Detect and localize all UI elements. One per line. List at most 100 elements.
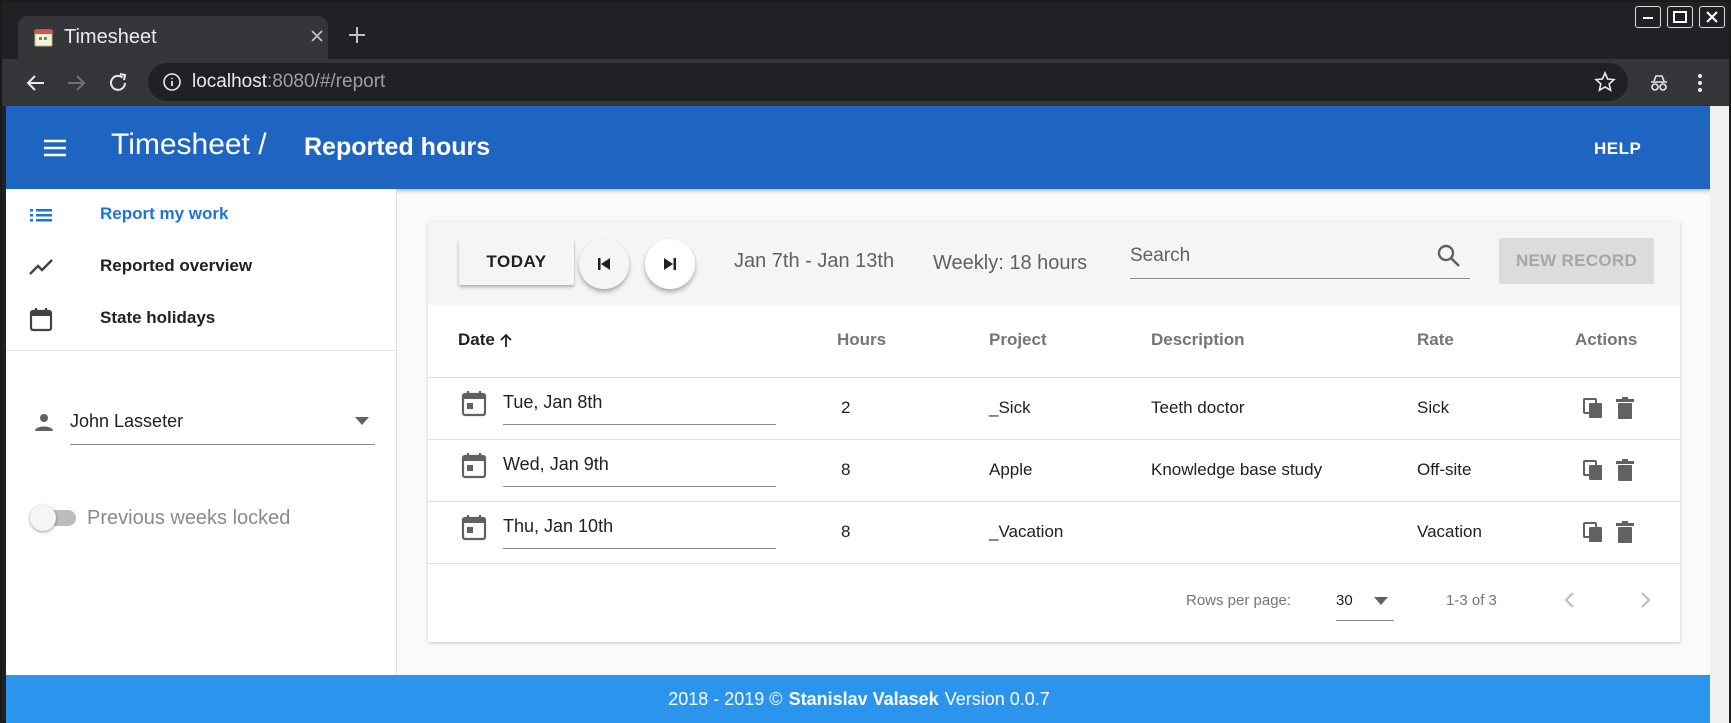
column-header-date-label: Date — [458, 330, 495, 349]
browser-tab[interactable]: Timesheet — [18, 16, 328, 59]
minimize-button[interactable] — [1635, 6, 1661, 28]
column-header-date[interactable]: Date — [458, 330, 512, 350]
chevron-down-icon — [1374, 597, 1388, 605]
new-record-button[interactable]: NEW RECORD — [1499, 238, 1654, 284]
help-button[interactable]: HELP — [1594, 139, 1641, 159]
url-host: localhost — [192, 71, 267, 92]
delete-icon[interactable] — [1615, 397, 1635, 419]
bookmark-star-icon[interactable] — [1594, 71, 1616, 93]
project-cell[interactable]: _Vacation — [989, 522, 1063, 542]
reload-icon[interactable] — [106, 71, 130, 95]
calendar-icon[interactable] — [460, 451, 488, 479]
sidebar: Report my work Reported overview State h… — [6, 189, 397, 675]
page-scrollbar[interactable] — [1710, 106, 1729, 723]
skip-next-icon — [664, 258, 676, 270]
sidebar-item-report-my-work[interactable]: Report my work — [6, 189, 396, 241]
rows-per-page-select[interactable]: 30 — [1336, 581, 1394, 621]
column-header-rate[interactable]: Rate — [1417, 330, 1454, 350]
person-icon — [35, 414, 53, 431]
rate-cell[interactable]: Sick — [1417, 398, 1449, 418]
project-cell[interactable]: Apple — [989, 460, 1032, 480]
delete-icon[interactable] — [1615, 521, 1635, 543]
more-menu-icon[interactable] — [1688, 71, 1712, 95]
column-header-project[interactable]: Project — [989, 330, 1047, 350]
address-bar[interactable]: localhost:8080/#/report — [148, 63, 1628, 101]
description-cell[interactable]: Teeth doctor — [1151, 398, 1245, 418]
close-tab-icon[interactable] — [308, 27, 326, 45]
close-window-button[interactable] — [1699, 6, 1725, 28]
browser-window: Timesheet localhost:8080/#/report Timesh… — [0, 0, 1731, 723]
today-button[interactable]: TODAY — [459, 239, 574, 285]
window-controls — [1635, 6, 1725, 28]
forward-icon[interactable] — [64, 71, 88, 95]
footer-years: 2018 - 2019 © — [668, 688, 783, 709]
calendar-icon[interactable] — [460, 513, 488, 541]
browser-toolbar: localhost:8080/#/report — [2, 59, 1729, 106]
toggle-thumb — [30, 505, 56, 531]
table-row: Tue, Jan 8th 2 _Sick Teeth doctor Sick — [428, 378, 1680, 440]
date-value: Thu, Jan 10th — [503, 516, 614, 536]
user-select-value: John Lasseter — [70, 411, 184, 431]
user-select[interactable]: John Lasseter — [70, 401, 375, 445]
tab-strip: Timesheet — [2, 2, 1729, 59]
tab-title: Timesheet — [64, 26, 157, 48]
search-input[interactable]: Search — [1130, 237, 1470, 279]
hours-cell[interactable]: 8 — [841, 522, 850, 542]
sidebar-item-reported-overview[interactable]: Reported overview — [6, 241, 396, 293]
delete-icon[interactable] — [1615, 459, 1635, 481]
date-value: Tue, Jan 8th — [503, 392, 603, 412]
arrow-up-icon — [499, 333, 512, 347]
sidebar-item-label: Report my work — [100, 204, 229, 223]
next-week-button[interactable] — [645, 239, 695, 289]
date-field[interactable]: Wed, Jan 9th — [503, 440, 776, 487]
app-bar: Timesheet / Reported hours HELP — [6, 106, 1712, 189]
table-row: Thu, Jan 10th 8 _Vacation Vacation — [428, 502, 1680, 564]
column-header-actions: Actions — [1575, 330, 1638, 349]
column-header-description[interactable]: Description — [1151, 330, 1245, 350]
previous-weeks-lock-toggle[interactable] — [30, 504, 78, 531]
project-cell[interactable]: _Sick — [989, 398, 1031, 418]
calendar-icon — [29, 308, 53, 332]
copy-icon[interactable] — [1582, 397, 1604, 419]
report-toolbar: TODAY Jan 7th - Jan 13th Weekly: 18 hour… — [428, 221, 1680, 305]
chevron-right-icon[interactable] — [1633, 588, 1657, 612]
copy-icon[interactable] — [1582, 459, 1604, 481]
calendar-icon[interactable] — [460, 389, 488, 417]
hamburger-menu-icon[interactable] — [42, 136, 68, 160]
minimize-icon — [1643, 17, 1653, 19]
date-field[interactable]: Thu, Jan 10th — [503, 502, 776, 549]
hours-cell[interactable]: 8 — [841, 460, 850, 480]
chevron-down-icon — [355, 417, 369, 425]
table-header: Date Hours Project Description Rate Acti… — [428, 305, 1680, 378]
hours-cell[interactable]: 2 — [841, 398, 850, 418]
previous-week-button[interactable] — [579, 239, 629, 289]
search-icon — [1437, 244, 1460, 267]
date-field[interactable]: Tue, Jan 8th — [503, 378, 776, 425]
copy-icon[interactable] — [1582, 521, 1604, 543]
close-icon — [1706, 11, 1718, 23]
weekly-hours: Weekly: 18 hours — [933, 252, 1088, 274]
pagination-range: 1-3 of 3 — [1446, 592, 1497, 609]
rows-per-page-value: 30 — [1336, 592, 1353, 609]
rate-cell[interactable]: Off-site — [1417, 460, 1471, 480]
sidebar-item-label: State holidays — [100, 308, 216, 327]
back-icon[interactable] — [24, 71, 48, 95]
description-cell[interactable]: Knowledge base study — [1151, 460, 1322, 480]
column-header-hours[interactable]: Hours — [837, 330, 886, 350]
incognito-icon[interactable] — [1647, 71, 1671, 95]
chevron-left-icon[interactable] — [1558, 588, 1582, 612]
sidebar-item-label: Reported overview — [100, 256, 253, 275]
sidebar-divider — [6, 350, 396, 351]
sidebar-item-state-holidays[interactable]: State holidays — [6, 293, 396, 345]
maximize-button[interactable] — [1667, 6, 1693, 28]
date-value: Wed, Jan 9th — [503, 454, 609, 474]
page-title: Reported hours — [304, 133, 491, 161]
footer-author: Stanislav Valasek — [788, 688, 939, 709]
table-row: Wed, Jan 9th 8 Apple Knowledge base stud… — [428, 440, 1680, 502]
rate-cell[interactable]: Vacation — [1417, 522, 1482, 542]
maximize-icon — [1673, 11, 1687, 23]
list-icon — [30, 209, 52, 222]
trending-icon — [29, 259, 53, 275]
info-icon[interactable] — [162, 72, 182, 92]
new-tab-icon[interactable] — [346, 24, 368, 46]
